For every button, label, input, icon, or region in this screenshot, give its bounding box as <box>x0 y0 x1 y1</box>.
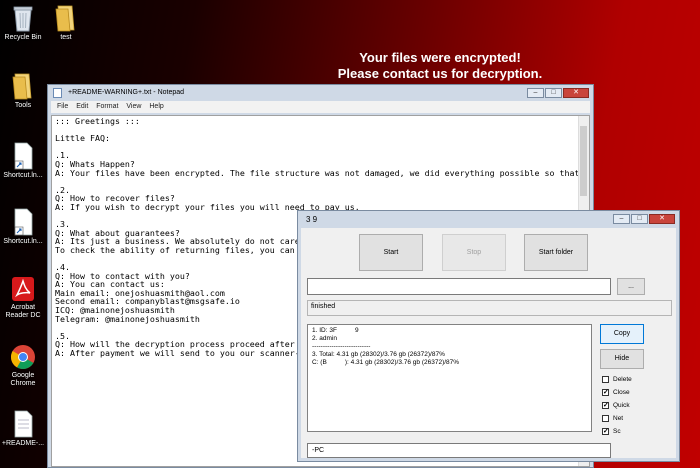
folder-icon <box>12 73 32 100</box>
option-quick[interactable]: ✓ Quick <box>602 401 630 410</box>
close-icon[interactable]: ✕ <box>649 214 675 224</box>
menu-help[interactable]: Help <box>149 103 163 110</box>
status-label: finished <box>307 300 672 316</box>
progress-log[interactable]: 1. ID: 3F 9 2. admin -------------------… <box>307 324 592 432</box>
log-line: 1. ID: 3F 9 <box>312 327 359 334</box>
decryptor-window-buttons: – □ ✕ <box>613 214 675 224</box>
desktop-icon-label: Acrobat Reader DC <box>5 304 41 319</box>
desktop-icon-label: test <box>60 34 72 41</box>
recycle-bin-icon <box>13 6 33 32</box>
shortcut-file-icon <box>14 142 33 170</box>
computer-name-field[interactable]: -PC <box>307 443 611 458</box>
menu-view[interactable]: View <box>126 103 141 110</box>
log-line: 3. Total: 4.31 gb (28302)/3.76 gb (26372… <box>312 351 445 358</box>
checkbox[interactable] <box>602 415 609 422</box>
scrollbar-thumb[interactable] <box>580 126 587 196</box>
minimize-icon[interactable]: – <box>613 214 630 224</box>
decryptor-window: 3 9 – □ ✕ Start Stop Start folder ... fi… <box>297 210 680 462</box>
browse-button[interactable]: ... <box>617 278 645 295</box>
desktop-icon-label: Shortcut.ln... <box>3 238 43 245</box>
ransom-line-2: Please contact us for decryption. <box>337 66 543 81</box>
option-label: Close <box>613 389 630 396</box>
menu-format[interactable]: Format <box>96 103 118 110</box>
checkbox-checked[interactable]: ✓ <box>602 428 609 435</box>
maximize-icon[interactable]: □ <box>545 88 562 98</box>
option-net[interactable]: Net <box>602 414 623 423</box>
start-folder-button[interactable]: Start folder <box>524 234 588 271</box>
desktop-icon-tools[interactable]: Tools <box>0 72 46 110</box>
folder-icon <box>55 5 75 32</box>
desktop-icon-acrobat[interactable]: Acrobat Reader DC <box>0 276 46 320</box>
start-button[interactable]: Start <box>359 234 423 271</box>
notepad-menu-bar: File Edit Format View Help <box>51 101 590 113</box>
checkbox[interactable] <box>602 376 609 383</box>
notepad-title-bar[interactable]: +README-WARNING+.txt - Notepad – □ ✕ <box>48 85 593 101</box>
log-line: --------------------------- <box>312 343 371 350</box>
desktop-icon-label: Tools <box>14 102 32 109</box>
desktop-icon-label: Recycle Bin <box>4 34 42 41</box>
desktop-icon-recycle-bin[interactable]: Recycle Bin <box>0 4 46 42</box>
hide-button[interactable]: Hide <box>600 349 644 369</box>
ransom-line-1: Your files were encrypted! <box>359 50 521 65</box>
desktop-icon-readme[interactable]: +README-... <box>0 410 46 448</box>
option-delete[interactable]: Delete <box>602 375 632 384</box>
notepad-app-icon <box>53 88 62 98</box>
notepad-window-buttons: – □ ✕ <box>527 88 589 98</box>
log-line: 2. admin <box>312 335 337 342</box>
maximize-icon[interactable]: □ <box>631 214 648 224</box>
option-label: Delete <box>613 376 632 383</box>
desktop-icon-shortcut-2[interactable]: Shortcut.ln... <box>0 208 46 246</box>
shortcut-file-icon <box>14 208 33 236</box>
desktop-icon-label: Google Chrome <box>10 372 36 387</box>
path-input[interactable] <box>307 278 611 295</box>
menu-file[interactable]: File <box>57 103 68 110</box>
decryptor-title-bar[interactable]: 3 9 – □ ✕ <box>298 211 679 228</box>
acrobat-icon <box>12 277 34 301</box>
close-icon[interactable]: ✕ <box>563 88 589 98</box>
option-label: Net <box>613 415 624 422</box>
minimize-icon[interactable]: – <box>527 88 544 98</box>
checkbox-checked[interactable]: ✓ <box>602 402 609 409</box>
chrome-icon <box>10 345 35 370</box>
stop-button[interactable]: Stop <box>442 234 506 271</box>
decryptor-title: 3 9 <box>306 215 318 224</box>
desktop-icon-chrome[interactable]: Google Chrome <box>0 344 46 388</box>
copy-button[interactable]: Copy <box>600 324 644 344</box>
desktop-icon-label: +README-... <box>1 440 45 447</box>
log-line: C: (B ): 4.31 gb (28302)/3.76 gb (26372)… <box>312 359 460 366</box>
checkbox-checked[interactable]: ✓ <box>602 389 609 396</box>
desktop-icon-test[interactable]: test <box>43 4 89 42</box>
notepad-title: +README-WARNING+.txt - Notepad <box>68 89 185 96</box>
option-label: Sc <box>613 428 621 435</box>
menu-edit[interactable]: Edit <box>76 103 88 110</box>
option-label: Quick <box>613 402 630 409</box>
option-sc[interactable]: ✓ Sc <box>602 427 621 436</box>
desktop-icon-shortcut-1[interactable]: Shortcut.ln... <box>0 142 46 180</box>
option-close[interactable]: ✓ Close <box>602 388 630 397</box>
ransom-message: Your files were encrypted! Please contac… <box>305 50 575 82</box>
desktop-icon-label: Shortcut.ln... <box>3 172 43 179</box>
text-file-icon <box>14 410 33 438</box>
decryptor-body: Start Stop Start folder ... finished 1. … <box>301 228 676 458</box>
